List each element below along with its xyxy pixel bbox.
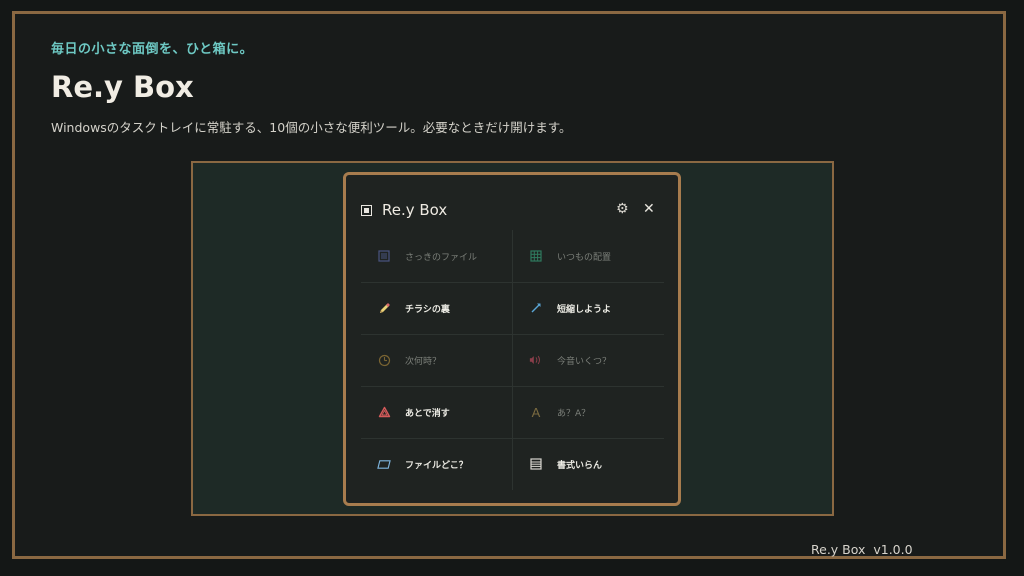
tool-label: さっきのファイル: [405, 252, 478, 263]
recycle-icon: [377, 405, 391, 419]
tool-plain-text[interactable]: 書式いらん: [513, 438, 664, 490]
tool-find-file[interactable]: ファイルどこ？: [361, 438, 512, 490]
window-header: Re.y Box: [361, 201, 447, 219]
tool-label: ファイルどこ？: [405, 460, 468, 471]
tool-delete-later[interactable]: あとで消す: [361, 386, 512, 438]
gear-icon[interactable]: ⚙: [616, 201, 629, 217]
letter-a-icon: A: [531, 404, 541, 420]
clock-icon: [377, 353, 391, 367]
window-title: Re.y Box: [382, 201, 448, 219]
tool-label: チラシの裏: [405, 304, 450, 315]
tool-label: 今音いくつ？: [557, 356, 612, 367]
folder-icon: [377, 457, 391, 471]
page-description: Windowsのタスクトレイに常駐する、10個の小さな便利ツール。必要なときだけ…: [51, 120, 572, 135]
app-window: Re.y Box ⚙ ✕ さっきのファイル いつもの配置 チラシの裏 短縮しよう…: [343, 172, 681, 506]
tool-grid: さっきのファイル いつもの配置 チラシの裏 短縮しようよ 次何時？ 今音いくつ？…: [361, 230, 664, 490]
tool-label: 次何時？: [405, 356, 442, 367]
close-icon[interactable]: ✕: [643, 201, 655, 217]
text-lines-icon: [529, 457, 543, 471]
tool-label: いつもの配置: [557, 252, 612, 263]
tool-label: 短縮しようよ: [557, 304, 612, 315]
grid-layout-icon: [529, 249, 543, 263]
tool-window-layout[interactable]: いつもの配置: [513, 230, 664, 282]
page-title: Re.y Box: [51, 70, 194, 104]
tool-label: 書式いらん: [557, 460, 603, 471]
sound-icon: [529, 353, 543, 367]
arrow-icon: [529, 301, 543, 315]
tool-shorten-url[interactable]: 短縮しようよ: [513, 282, 664, 334]
tool-scratch-memo[interactable]: チラシの裏: [361, 282, 512, 334]
pencil-icon: [377, 301, 391, 315]
tool-label: あ？A？: [557, 408, 591, 419]
tool-input-mode[interactable]: A あ？A？: [513, 386, 664, 438]
tool-volume[interactable]: 今音いくつ？: [513, 334, 664, 386]
tool-next-time[interactable]: 次何時？: [361, 334, 512, 386]
tool-recent-file[interactable]: さっきのファイル: [361, 230, 512, 282]
app-icon: [361, 204, 372, 216]
version-label: Re.y Box v1.0.0: [811, 542, 913, 557]
list-file-icon: [377, 249, 391, 263]
tagline: 毎日の小さな面倒を、ひと箱に。: [51, 42, 254, 57]
tool-label: あとで消す: [405, 408, 450, 419]
